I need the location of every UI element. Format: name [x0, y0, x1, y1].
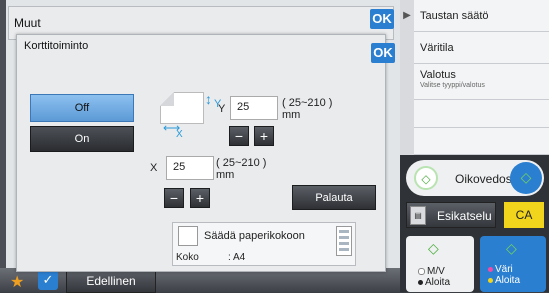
x-field-label: X — [150, 162, 158, 174]
paper-tray-icon[interactable] — [336, 226, 352, 256]
expand-arrow-icon[interactable]: ▶ — [400, 0, 414, 155]
settings-item-empty — [414, 128, 549, 155]
color-start-diamond-icon: ◇ — [506, 240, 517, 256]
on-button[interactable]: On — [30, 126, 134, 152]
y-field-label: Y — [218, 103, 226, 115]
off-button[interactable]: Off — [30, 94, 134, 122]
y-size-input[interactable]: 25 — [230, 96, 278, 120]
diagram-x-label: X — [176, 129, 183, 140]
card-fold-corner — [160, 92, 174, 106]
proof-diamond-icon: ◇ — [414, 166, 438, 190]
preview-document-icon: ▤ — [410, 206, 426, 225]
paper-size-value: : A4 — [228, 252, 246, 263]
color-start-label: Väri Aloita — [488, 264, 520, 286]
other-ok-button[interactable]: OK — [370, 9, 394, 29]
settings-item-empty — [414, 100, 549, 128]
settings-item-color-mode[interactable]: Väritila — [414, 32, 549, 64]
settings-item-background[interactable]: Taustan säätö — [414, 0, 549, 32]
y-range-text: ( 25~210 ) mm — [282, 97, 333, 121]
paper-size-label: Koko — [176, 252, 199, 263]
card-shot-ok-button[interactable]: OK — [371, 43, 395, 63]
settings-item-exposure[interactable]: Valotus Valitse tyyppi/valotus — [414, 64, 549, 100]
reset-button[interactable]: Palauta — [292, 185, 376, 210]
mono-start-diamond-icon: ◇ — [428, 240, 439, 256]
clear-all-button[interactable]: CA — [504, 202, 544, 228]
x-range-text: ( 25~210 ) mm — [216, 157, 267, 181]
checkmark-icon[interactable]: ✓ — [38, 270, 58, 290]
fit-to-paper-label: Säädä paperikokoon — [204, 230, 305, 242]
y-decrement-button[interactable]: − — [229, 126, 249, 146]
previous-button[interactable]: Edellinen — [66, 270, 156, 293]
mono-start-label: M/V Aloita — [418, 266, 450, 288]
fit-to-paper-checkbox[interactable] — [178, 226, 198, 246]
card-shot-title: Korttitoiminto — [24, 40, 89, 52]
left-edge — [0, 0, 6, 292]
x-size-input[interactable]: 25 — [166, 156, 214, 180]
x-decrement-button[interactable]: − — [164, 188, 184, 208]
other-dialog-title: Muut — [14, 16, 41, 30]
y-increment-button[interactable]: + — [254, 126, 274, 146]
settings-list: Taustan säätö Väritila Valotus Valitse t… — [414, 0, 549, 155]
proof-copy-label: Oikovedos — [455, 172, 512, 186]
proof-start-diamond-icon[interactable]: ◇ — [510, 162, 542, 194]
favorite-star-icon[interactable]: ★ — [10, 272, 24, 292]
fit-to-paper-panel — [172, 222, 356, 266]
x-increment-button[interactable]: + — [190, 188, 210, 208]
y-dimension-arrow-icon: ↕ — [205, 91, 212, 107]
